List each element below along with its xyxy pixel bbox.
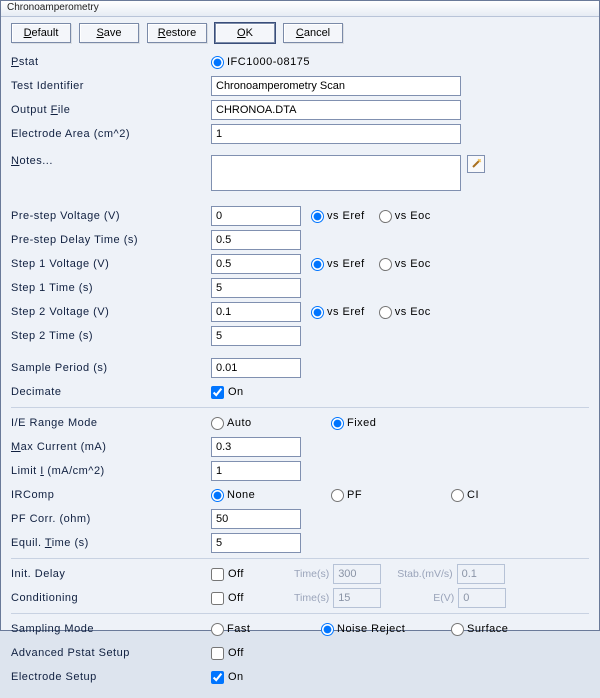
label-init-delay: Init. Delay — [11, 568, 211, 580]
label-elec-setup: Electrode Setup — [11, 671, 211, 683]
label-step1-voltage: Step 1 Voltage (V) — [11, 258, 211, 270]
label-pstat: Pstat — [11, 56, 211, 68]
step1-vs-eoc-label: vs Eoc — [395, 258, 431, 270]
label-adv-pstat: Advanced Pstat Setup — [11, 647, 211, 659]
adv-pstat-off-label: Off — [228, 647, 244, 659]
init-delay-off-label: Off — [228, 568, 264, 580]
step1-vs-eref-radio[interactable] — [311, 258, 324, 271]
label-prestep-voltage: Pre-step Voltage (V) — [11, 210, 211, 222]
elec-setup-checkbox[interactable] — [211, 671, 224, 684]
prestep-delay-input[interactable] — [211, 230, 301, 250]
prestep-vs-eoc-radio[interactable] — [379, 210, 392, 223]
step1-voltage-input[interactable] — [211, 254, 301, 274]
max-current-input[interactable] — [211, 437, 301, 457]
label-sampling-mode: Sampling Mode — [11, 623, 211, 635]
label-notes: Notes... — [11, 155, 211, 167]
conditioning-ev-label: E(V) — [433, 592, 454, 604]
sampling-surface-label: Surface — [467, 623, 508, 635]
decimate-on-label: On — [228, 386, 244, 398]
conditioning-checkbox[interactable] — [211, 592, 224, 605]
sample-period-input[interactable] — [211, 358, 301, 378]
wand-icon — [470, 158, 482, 170]
ircomp-ci-radio[interactable] — [451, 489, 464, 502]
init-delay-stab-input[interactable] — [457, 564, 505, 584]
ircomp-none-radio[interactable] — [211, 489, 224, 502]
label-limit-i: Limit I (mA/cm^2) — [11, 465, 211, 477]
step2-vs-eoc-label: vs Eoc — [395, 306, 431, 318]
test-identifier-input[interactable] — [211, 76, 461, 96]
ircomp-pf-label: PF — [347, 489, 437, 501]
step1-vs-eref-label: vs Eref — [327, 258, 365, 270]
sampling-noise-radio[interactable] — [321, 623, 334, 636]
conditioning-ev-input[interactable] — [458, 588, 506, 608]
label-pf-corr: PF Corr. (ohm) — [11, 513, 211, 525]
ircomp-none-label: None — [227, 489, 317, 501]
conditioning-off-label: Off — [228, 592, 264, 604]
label-equil-time: Equil. Time (s) — [11, 537, 211, 549]
ok-button[interactable]: OK — [215, 23, 275, 43]
electrode-area-input[interactable] — [211, 124, 461, 144]
conditioning-time-label: Time(s) — [294, 592, 329, 604]
default-button[interactable]: Default — [11, 23, 71, 43]
label-decimate: Decimate — [11, 386, 211, 398]
label-step1-time: Step 1 Time (s) — [11, 282, 211, 294]
conditioning-time-input[interactable] — [333, 588, 381, 608]
prestep-vs-eoc-label: vs Eoc — [395, 210, 431, 222]
decimate-checkbox[interactable] — [211, 386, 224, 399]
init-delay-stab-label: Stab.(mV/s) — [397, 568, 452, 580]
prestep-voltage-input[interactable] — [211, 206, 301, 226]
step2-voltage-input[interactable] — [211, 302, 301, 322]
notes-input[interactable] — [211, 155, 461, 191]
adv-pstat-checkbox[interactable] — [211, 647, 224, 660]
ie-auto-label: Auto — [227, 417, 317, 429]
pf-corr-input[interactable] — [211, 509, 301, 529]
ie-fixed-label: Fixed — [347, 417, 376, 429]
dialog-window: Chronoamperometry Default Save Restore O… — [0, 0, 600, 631]
limit-i-input[interactable] — [211, 461, 301, 481]
equil-time-input[interactable] — [211, 533, 301, 553]
window-title: Chronoamperometry — [7, 2, 99, 13]
sampling-fast-label: Fast — [227, 623, 307, 635]
step1-vs-eoc-radio[interactable] — [379, 258, 392, 271]
label-test-identifier: Test Identifier — [11, 80, 211, 92]
sampling-fast-radio[interactable] — [211, 623, 224, 636]
label-ircomp: IRComp — [11, 489, 211, 501]
label-max-current: Max Current (mA) — [11, 441, 211, 453]
prestep-vs-eref-radio[interactable] — [311, 210, 324, 223]
restore-button[interactable]: Restore — [147, 23, 207, 43]
dialog-content: Default Save Restore OK Cancel Pstat IFC… — [1, 17, 599, 698]
notes-wand-button[interactable] — [467, 155, 485, 173]
init-delay-checkbox[interactable] — [211, 568, 224, 581]
label-prestep-delay: Pre-step Delay Time (s) — [11, 234, 211, 246]
label-sample-period: Sample Period (s) — [11, 362, 211, 374]
ircomp-pf-radio[interactable] — [331, 489, 344, 502]
label-conditioning: Conditioning — [11, 592, 211, 604]
label-ie-range: I/E Range Mode — [11, 417, 211, 429]
ircomp-ci-label: CI — [467, 489, 479, 501]
prestep-vs-eref-label: vs Eref — [327, 210, 365, 222]
step1-time-input[interactable] — [211, 278, 301, 298]
sampling-noise-label: Noise Reject — [337, 623, 437, 635]
ie-fixed-radio[interactable] — [331, 417, 344, 430]
label-step2-time: Step 2 Time (s) — [11, 330, 211, 342]
step2-vs-eref-radio[interactable] — [311, 306, 324, 319]
pstat-device: IFC1000-08175 — [227, 56, 310, 68]
output-file-input[interactable] — [211, 100, 461, 120]
elec-setup-on-label: On — [228, 671, 244, 683]
init-delay-time-input[interactable] — [333, 564, 381, 584]
ie-auto-radio[interactable] — [211, 417, 224, 430]
step2-vs-eoc-radio[interactable] — [379, 306, 392, 319]
step2-vs-eref-label: vs Eref — [327, 306, 365, 318]
toolbar: Default Save Restore OK Cancel — [11, 23, 589, 43]
label-step2-voltage: Step 2 Voltage (V) — [11, 306, 211, 318]
sampling-surface-radio[interactable] — [451, 623, 464, 636]
pstat-radio[interactable] — [211, 56, 224, 69]
label-output-file: Output File — [11, 104, 211, 116]
cancel-button[interactable]: Cancel — [283, 23, 343, 43]
step2-time-input[interactable] — [211, 326, 301, 346]
init-delay-time-label: Time(s) — [294, 568, 329, 580]
label-electrode-area: Electrode Area (cm^2) — [11, 128, 211, 140]
save-button[interactable]: Save — [79, 23, 139, 43]
titlebar: Chronoamperometry — [1, 1, 599, 17]
